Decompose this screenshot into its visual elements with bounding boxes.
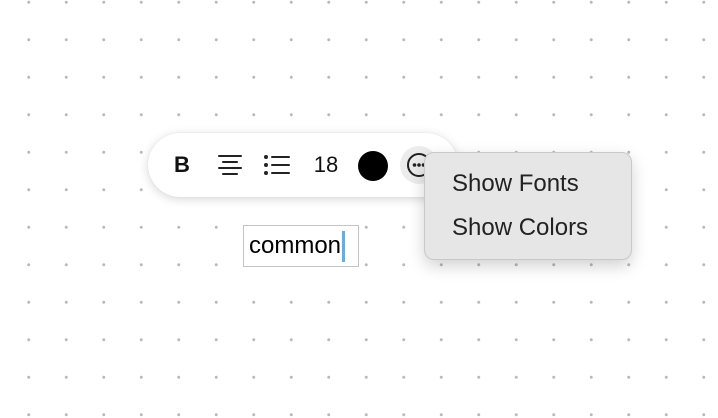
bulleted-list-button[interactable] <box>261 149 293 181</box>
color-swatch-button[interactable] <box>358 151 388 181</box>
menu-item-show-fonts[interactable]: Show Fonts <box>452 170 579 198</box>
bulleted-list-icon <box>264 155 290 175</box>
font-size-button[interactable]: 18 <box>307 149 345 181</box>
text-content: common <box>249 232 342 259</box>
text-caret <box>342 230 346 262</box>
text-format-toolbar: B 18 <box>148 133 458 197</box>
text-element[interactable]: common <box>243 225 359 267</box>
align-center-icon <box>218 155 242 175</box>
options-context-menu: Show Fonts Show Colors <box>424 152 632 260</box>
bold-button[interactable]: B <box>168 149 196 181</box>
menu-item-show-colors[interactable]: Show Colors <box>452 214 588 242</box>
align-center-button[interactable] <box>214 149 246 181</box>
